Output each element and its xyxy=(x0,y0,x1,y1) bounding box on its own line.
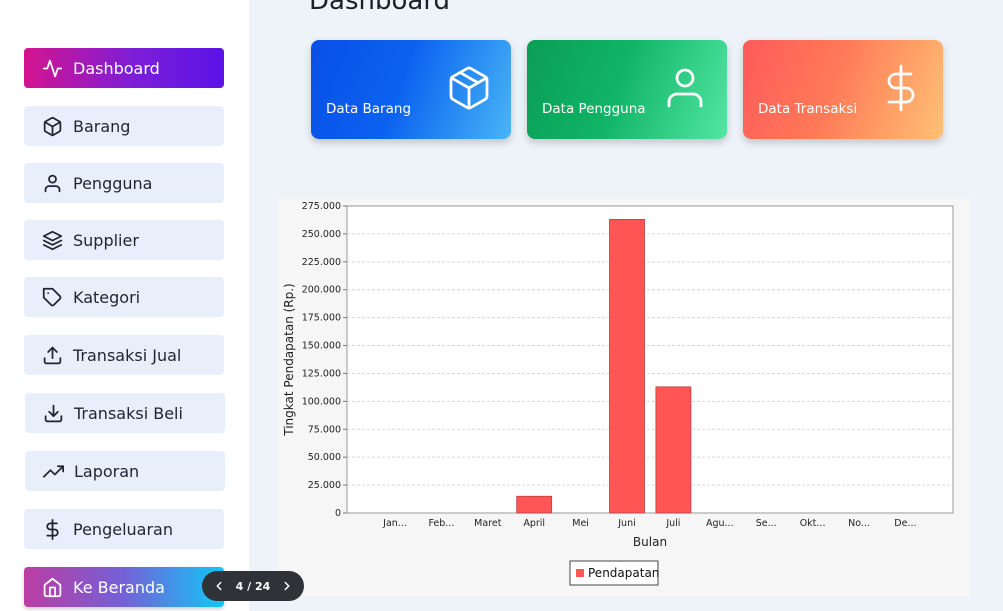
bar xyxy=(655,386,692,514)
sidebar-item-label: Barang xyxy=(73,116,131,136)
layers-icon xyxy=(41,229,63,251)
y-tick-label: 150.000 xyxy=(302,341,341,352)
y-tick-label: 275.000 xyxy=(302,201,341,212)
prev-page-button[interactable] xyxy=(212,579,226,593)
trending-up-icon xyxy=(42,460,64,482)
sidebar-item-label: Dashboard xyxy=(73,58,160,78)
card-data-barang[interactable]: Data Barang xyxy=(311,40,511,139)
box-icon xyxy=(445,64,493,112)
next-page-button[interactable] xyxy=(280,579,294,593)
x-tick-label: Jan... xyxy=(382,518,407,529)
x-tick-label: April xyxy=(523,518,545,529)
sidebar-item-dashboard[interactable]: Dashboard xyxy=(24,48,224,88)
user-icon xyxy=(661,64,709,112)
sidebar-item-supplier[interactable]: Supplier xyxy=(24,220,224,260)
page-title: Dashboard xyxy=(309,0,451,16)
x-tick-label: Okt... xyxy=(800,518,826,529)
revenue-chart: 0 25.000 50.000 75.000 100.000 125.000 150.000… xyxy=(277,198,971,596)
y-tick-label: 200.000 xyxy=(302,285,341,296)
x-tick-label: Se... xyxy=(756,518,777,529)
sidebar-item-laporan[interactable]: Laporan xyxy=(25,451,225,491)
activity-icon xyxy=(41,57,63,79)
bar xyxy=(516,495,553,514)
revenue-chart-svg: 0 25.000 50.000 75.000 100.000 125.000 150.000… xyxy=(282,201,954,586)
legend-label: Pendapatan xyxy=(588,566,659,580)
x-tick-label: Mei xyxy=(572,518,589,529)
dollar-icon xyxy=(41,518,63,540)
sidebar-item-kategori[interactable]: Kategori xyxy=(24,277,224,317)
y-tick-label: 50.000 xyxy=(308,452,341,463)
y-tick-label: 250.000 xyxy=(302,229,341,240)
chevron-left-icon xyxy=(216,581,222,591)
sidebar-item-label: Kategori xyxy=(73,287,141,307)
y-tick-label: 75.000 xyxy=(308,424,341,435)
card-label: Data Transaksi xyxy=(758,101,858,117)
card-data-pengguna[interactable]: Data Pengguna xyxy=(527,40,727,139)
card-label: Data Barang xyxy=(326,101,412,117)
y-tick-label: 25.000 xyxy=(308,480,341,491)
x-tick-label: De... xyxy=(894,518,916,529)
chevron-right-icon xyxy=(284,581,290,591)
sidebar-item-transaksi-jual[interactable]: Transaksi Jual xyxy=(24,335,224,375)
y-tick-label: 100.000 xyxy=(302,396,341,407)
upload-icon xyxy=(41,344,63,366)
home-button[interactable]: Ke Beranda xyxy=(24,567,224,607)
sidebar: Dashboard Barang Pengguna Supplier Kateg… xyxy=(0,0,249,611)
sidebar-item-label: Supplier xyxy=(73,230,139,250)
sidebar-item-label: Transaksi Beli xyxy=(74,403,183,423)
card-data-transaksi[interactable]: Data Transaksi xyxy=(743,40,943,139)
sidebar-item-label: Pengeluaran xyxy=(73,519,173,539)
main-content: Dashboard Data Barang Data Pengguna Data… xyxy=(249,0,1003,611)
x-tick-label: Agu... xyxy=(706,518,734,529)
sidebar-item-label: Pengguna xyxy=(73,173,153,193)
y-tick-label: 225.000 xyxy=(302,257,341,268)
sidebar-item-pengguna[interactable]: Pengguna xyxy=(24,163,224,203)
x-axis-label: Bulan xyxy=(633,535,667,549)
y-tick-label: 0 xyxy=(335,508,341,519)
sidebar-item-pengeluaran[interactable]: Pengeluaran xyxy=(24,509,224,549)
y-axis-label: Tingkat Pendapatan (Rp.) xyxy=(282,283,296,436)
download-icon xyxy=(42,402,64,424)
pager: 4 / 24 xyxy=(202,571,304,601)
x-tick-label: Feb... xyxy=(428,518,454,529)
x-tick-label: No... xyxy=(848,518,870,529)
box-icon xyxy=(41,115,63,137)
home-icon xyxy=(41,576,63,598)
dollar-icon xyxy=(877,64,925,112)
card-label: Data Pengguna xyxy=(542,101,646,117)
sidebar-item-label: Transaksi Jual xyxy=(73,345,182,365)
page-indicator: 4 / 24 xyxy=(235,579,271,593)
sidebar-item-label: Laporan xyxy=(74,461,140,481)
y-tick-label: 125.000 xyxy=(302,368,341,379)
x-tick-label: Juli xyxy=(665,518,680,529)
sidebar-item-transaksi-beli[interactable]: Transaksi Beli xyxy=(25,393,225,433)
user-icon xyxy=(41,172,63,194)
tag-icon xyxy=(41,286,63,308)
home-button-label: Ke Beranda xyxy=(73,577,165,597)
x-tick-label: Juni xyxy=(617,518,635,529)
bar xyxy=(609,218,645,514)
sidebar-item-barang[interactable]: Barang xyxy=(24,106,224,146)
legend-swatch xyxy=(576,569,584,577)
y-tick-label: 175.000 xyxy=(302,313,341,324)
x-tick-label: Maret xyxy=(474,518,502,529)
plot-area xyxy=(346,205,954,514)
